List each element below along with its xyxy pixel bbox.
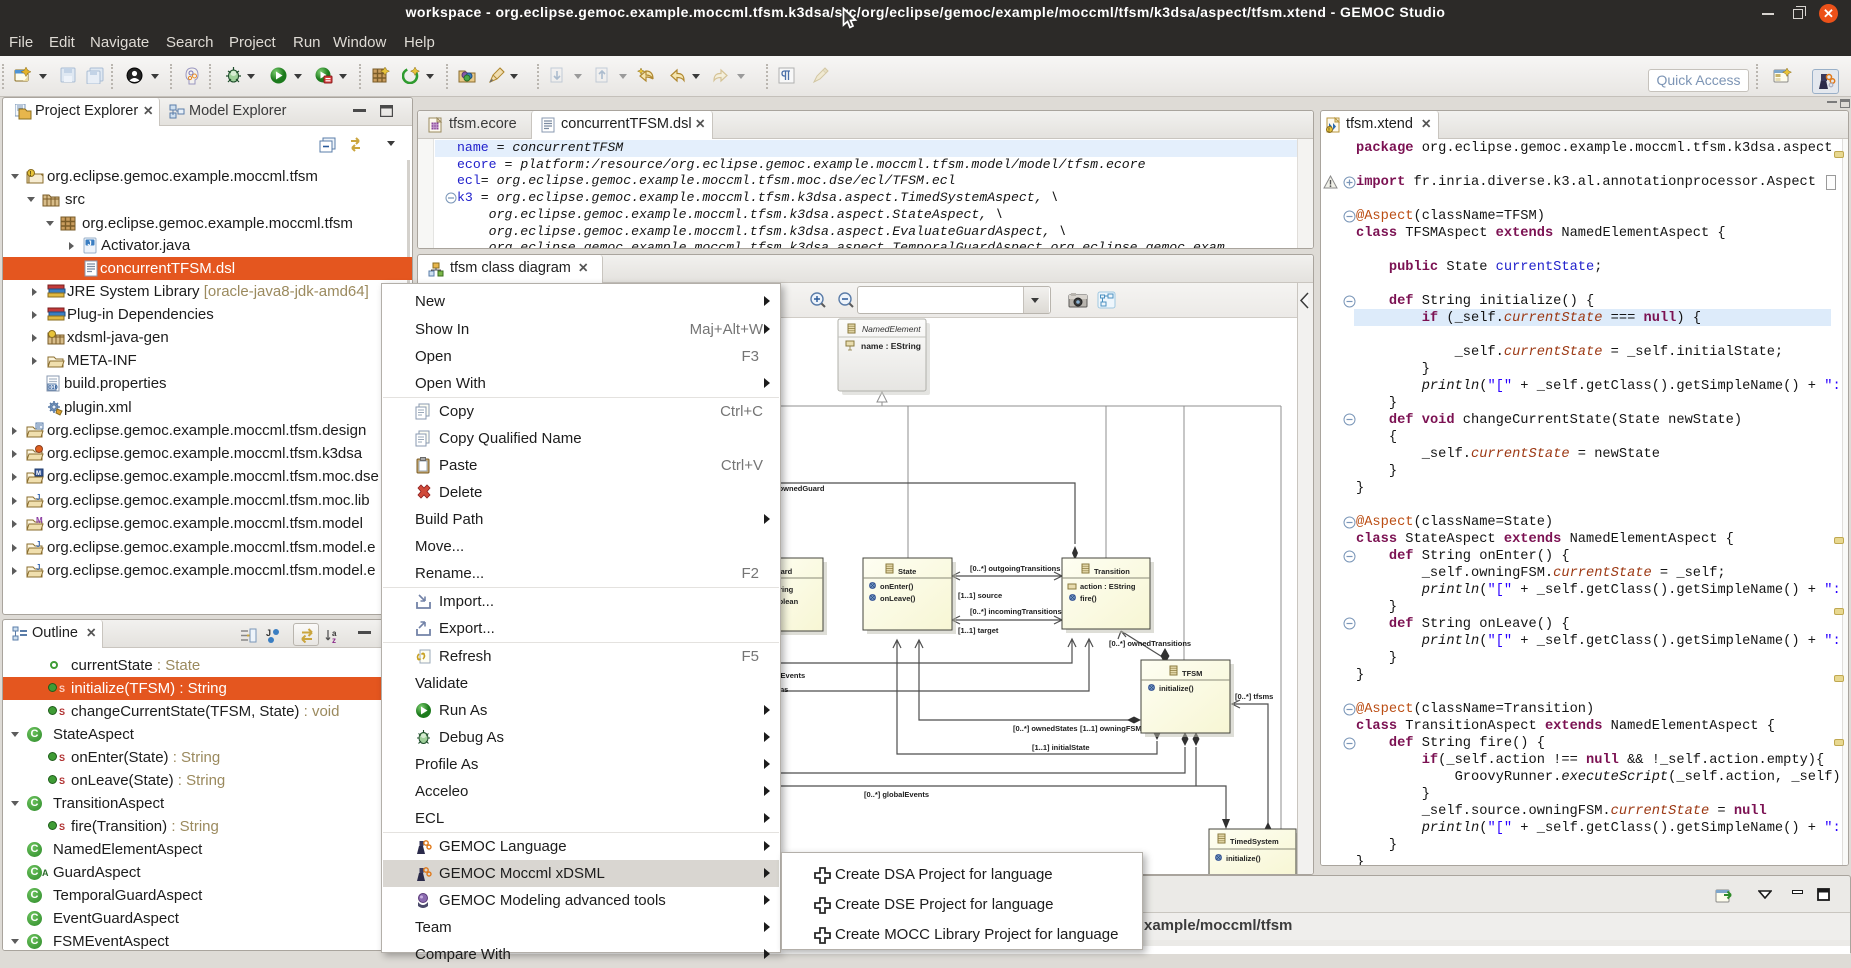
svg-text:M: M <box>36 471 41 477</box>
svg-text:[0..*] ownedTransitions: [0..*] ownedTransitions <box>1109 639 1191 648</box>
svg-text:[1..1] source: [1..1] source <box>958 591 1002 600</box>
svg-text:J: J <box>36 563 40 572</box>
svg-text:J: J <box>266 628 271 638</box>
svg-text:J: J <box>36 540 40 549</box>
svg-text:[0..*] ownedStates: [0..*] ownedStates <box>1013 724 1078 733</box>
svg-text:[1..1] initialState: [1..1] initialState <box>1032 743 1090 752</box>
svg-text:!: ! <box>1328 128 1330 133</box>
svg-text:J: J <box>88 238 92 247</box>
svg-text:initialize(): initialize() <box>1226 854 1261 863</box>
svg-text:onLeave(): onLeave() <box>880 594 916 603</box>
svg-text:[1..1] owningFSM: [1..1] owningFSM <box>1080 724 1142 733</box>
svg-text:J: J <box>36 493 40 502</box>
svg-text:TimedSystem: TimedSystem <box>1230 837 1279 846</box>
svg-text:[1..1] target: [1..1] target <box>958 626 999 635</box>
svg-text:[0..*] outgoingTransitions: [0..*] outgoingTransitions <box>970 564 1060 573</box>
svg-text:onEnter(): onEnter() <box>880 582 914 591</box>
svg-text:action : EString: action : EString <box>1080 582 1136 591</box>
svg-text:[0..*] tfsms: [0..*] tfsms <box>1235 692 1273 701</box>
svg-text:Transition: Transition <box>1094 567 1130 576</box>
svg-text:State: State <box>898 567 916 576</box>
svg-text:!: ! <box>29 171 31 178</box>
svg-text:[0..*] globalEvents: [0..*] globalEvents <box>864 790 929 799</box>
svg-text:initialize(): initialize() <box>1159 684 1194 693</box>
svg-text:name : EString: name : EString <box>861 341 921 351</box>
svg-text:[0..*] incomingTransitions: [0..*] incomingTransitions <box>970 607 1062 616</box>
svg-text:z: z <box>332 636 336 644</box>
svg-text:M: M <box>36 516 43 525</box>
svg-text:NamedElement: NamedElement <box>862 324 921 334</box>
svg-text:010: 010 <box>49 385 58 391</box>
svg-text:fire(): fire() <box>1080 594 1097 603</box>
svg-text:TFSM: TFSM <box>1182 669 1202 678</box>
